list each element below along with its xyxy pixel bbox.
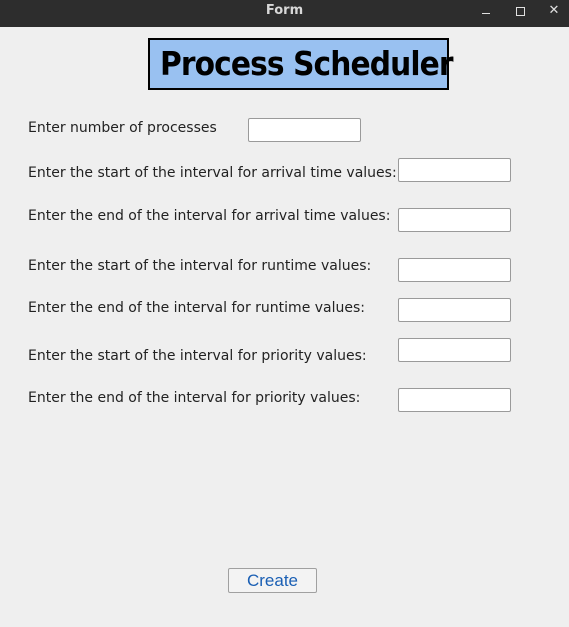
priority-end-label: Enter the end of the interval for priori…: [28, 390, 361, 406]
runtime-start-label: Enter the start of the interval for runt…: [28, 258, 372, 274]
priority-end-input[interactable]: [398, 388, 511, 412]
maximize-icon[interactable]: [510, 2, 530, 20]
window-titlebar: Form ✕: [0, 0, 569, 27]
num-processes-input[interactable]: [248, 118, 361, 142]
page-title-box: Process Scheduler: [148, 38, 454, 90]
num-processes-label: Enter number of processes: [28, 120, 217, 136]
minimize-icon[interactable]: [476, 2, 496, 20]
priority-start-label: Enter the start of the interval for prio…: [28, 348, 367, 364]
page-title: Process Scheduler: [160, 44, 454, 83]
create-button[interactable]: Create: [228, 568, 317, 593]
priority-start-input[interactable]: [398, 338, 511, 362]
runtime-end-input[interactable]: [398, 298, 511, 322]
arrival-start-label: Enter the start of the interval for arri…: [28, 165, 397, 181]
arrival-end-label: Enter the end of the interval for arriva…: [28, 208, 391, 224]
close-icon[interactable]: ✕: [544, 2, 564, 20]
arrival-start-input[interactable]: [398, 158, 511, 182]
runtime-end-label: Enter the end of the interval for runtim…: [28, 300, 366, 316]
runtime-start-input[interactable]: [398, 258, 511, 282]
arrival-end-input[interactable]: [398, 208, 511, 232]
